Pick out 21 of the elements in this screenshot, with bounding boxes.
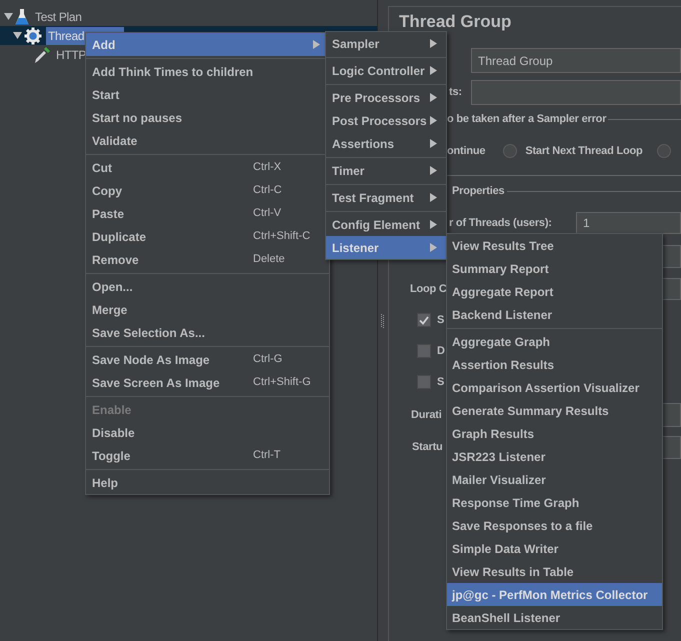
section-legend: Properties <box>452 182 504 200</box>
shortcut-label: Delete <box>253 252 285 268</box>
panel-title: Thread Group <box>399 11 512 34</box>
checkbox-label: S <box>437 374 444 390</box>
shortcut-label: Ctrl+Shift-G <box>253 375 311 390</box>
section-legend: o be taken after a Sampler error <box>447 110 606 128</box>
shortcut-label: Ctrl-T <box>253 448 280 464</box>
checkbox-label: S <box>437 312 444 328</box>
shortcut-label: Ctrl-X <box>253 160 282 176</box>
field-label: r of Threads (users): <box>449 216 553 231</box>
field-label: ts: <box>449 85 463 100</box>
shortcut-label: Ctrl-G <box>253 352 282 368</box>
shortcut-label: Ctrl-V <box>253 206 282 222</box>
shortcut-label: Ctrl-C <box>253 183 282 198</box>
shortcut-label: Ctrl+Shift-C <box>253 229 310 244</box>
field-label: Durati <box>411 408 442 423</box>
field-label: Loop C <box>410 282 447 297</box>
radio-label: Start Next Thread Loop <box>525 144 643 159</box>
checkbox-label: D <box>437 344 445 359</box>
field-label: Startu <box>412 440 443 456</box>
radio-label: ontinue <box>447 144 486 159</box>
